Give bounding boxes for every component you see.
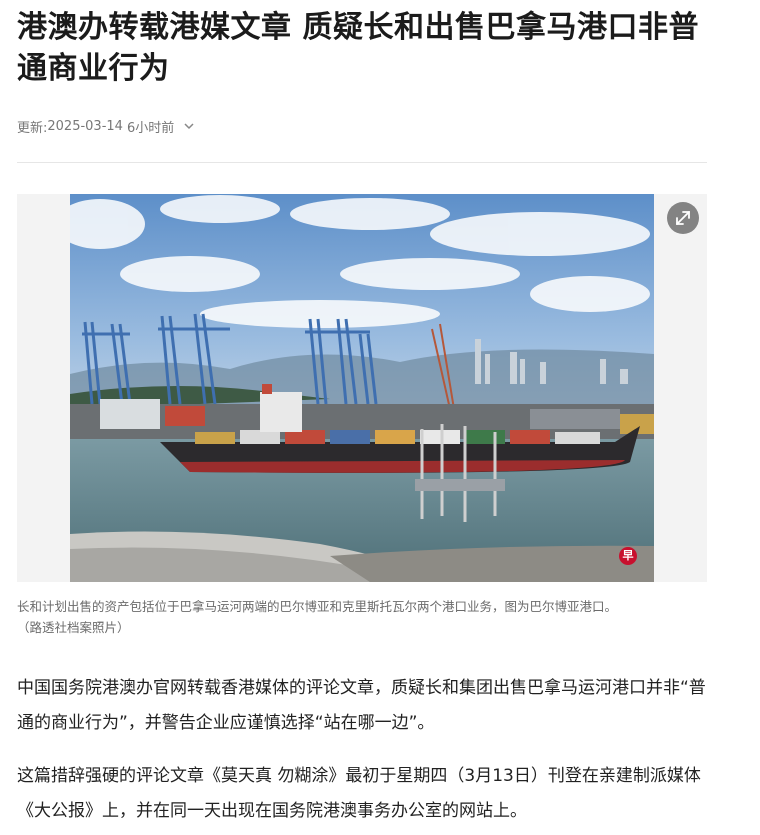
article-figure: 早 (17, 194, 707, 582)
body-paragraph: 中国国务院港澳办官网转载香港媒体的评论文章，质疑长和集团出售巴拿马运河港口并非“… (17, 678, 706, 733)
caption-credit: （路透社档案照片） (17, 620, 130, 635)
figure-caption: 长和计划出售的资产包括位于巴拿马运河两端的巴尔博亚和克里斯托瓦尔两个港口业务，图… (17, 596, 707, 638)
body-paragraph: 这篇措辞强硬的评论文章《莫天真 勿糊涂》最初于星期四（3月13日）刊登在亲建制派… (17, 766, 701, 821)
caption-line: 长和计划出售的资产包括位于巴拿马运河两端的巴尔博亚和克里斯托瓦尔两个港口业务，图… (17, 599, 618, 614)
expand-button[interactable] (667, 202, 699, 234)
chevron-down-icon[interactable] (183, 120, 195, 132)
brand-watermark-badge: 早 (619, 547, 637, 565)
updated-label: 更新: (17, 120, 48, 136)
updated-relative: 6小时前 (126, 120, 175, 136)
article-meta: 更新: 2025-03-14 6小时前 (17, 116, 195, 136)
divider (17, 162, 707, 163)
updated-date: 2025-03-14 (47, 118, 123, 134)
port-photo[interactable]: 早 (70, 194, 654, 582)
expand-icon (676, 211, 690, 225)
article-headline: 港澳办转载港媒文章 质疑长和出售巴拿马港口非普通商业行为 (17, 10, 699, 86)
